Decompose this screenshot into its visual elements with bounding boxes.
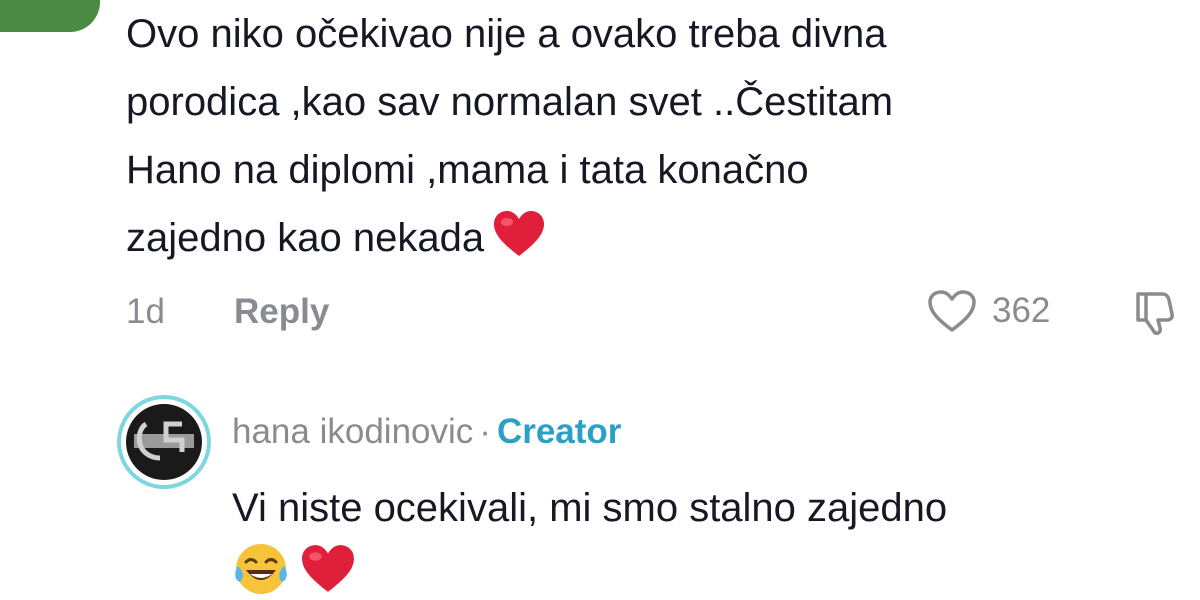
comment-body: Ovo niko očekivao nije a ovako treba div… <box>126 0 1186 272</box>
comment-line-2: porodica ,kao sav normalan svet ..Čestit… <box>126 80 894 124</box>
dislike-icon[interactable] <box>1132 288 1176 336</box>
comment-line-1: Ovo niko očekivao nije a ovako treba div… <box>126 12 887 56</box>
reply-emojis <box>232 540 356 600</box>
heart-emoji-icon <box>494 211 545 257</box>
like-button[interactable]: 362 <box>926 286 1050 336</box>
laughing-tears-emoji-icon <box>235 544 287 594</box>
comment-meta-row: 1d Reply 362 <box>126 286 1186 336</box>
like-count: 362 <box>992 291 1051 330</box>
comment-line-3: Hano na diplomi ,mama i tata konačno <box>126 148 809 192</box>
comment-text: Ovo niko očekivao nije a ovako treba div… <box>126 0 1186 272</box>
comment-time: 1d <box>126 292 165 331</box>
creator-badge: Creator <box>496 412 622 451</box>
commenter-avatar[interactable] <box>0 0 100 32</box>
reply-button[interactable]: Reply <box>234 292 329 332</box>
heart-emoji-icon <box>302 545 354 592</box>
reply-separator: · <box>479 412 491 451</box>
heart-outline-icon <box>928 290 976 332</box>
reply-header: hana ikodinovic · Creator <box>232 412 621 452</box>
reply-text: Vi niste ocekivali, mi smo stalno zajedn… <box>232 486 948 530</box>
creator-avatar[interactable] <box>116 394 212 490</box>
reply-author-name[interactable]: hana ikodinovic <box>232 412 473 451</box>
comment-line-4: zajedno kao nekada <box>126 216 485 260</box>
